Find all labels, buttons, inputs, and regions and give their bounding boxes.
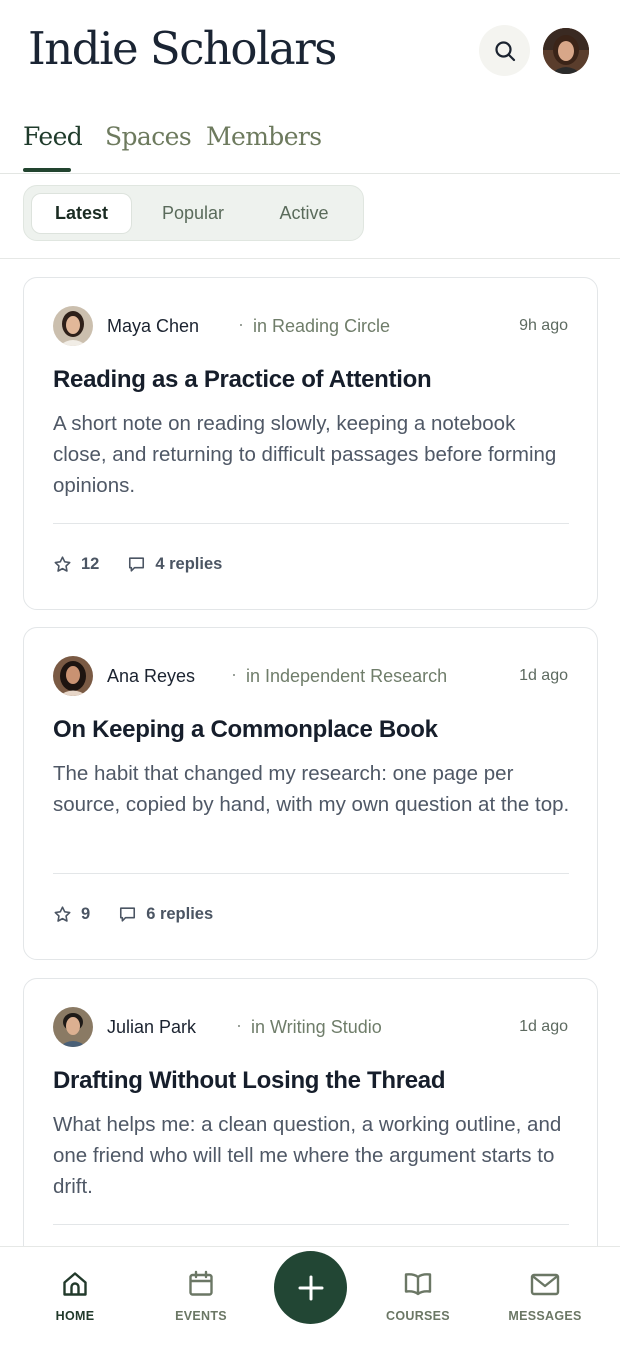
post-excerpt: A short note on reading slowly, keeping … <box>53 412 557 497</box>
comment-icon <box>120 906 136 922</box>
feed-filter: Latest Popular Active <box>23 185 364 241</box>
divider <box>0 258 620 259</box>
filter-latest[interactable]: Latest <box>31 193 132 234</box>
post-card[interactable]: Ana Reyes · in Independent Research 1d a… <box>23 627 598 960</box>
star-button[interactable]: 12 <box>53 555 99 574</box>
post-card[interactable]: Maya Chen · in Reading Circle 9h ago Rea… <box>23 277 598 610</box>
post-stats: 12 4 replies <box>53 554 222 574</box>
card-divider <box>53 1224 569 1225</box>
search-button[interactable] <box>479 25 530 76</box>
profile-avatar[interactable] <box>543 28 589 74</box>
create-post-button[interactable] <box>274 1251 347 1324</box>
nav-messages-label: MESSAGES <box>508 1309 582 1323</box>
post-title[interactable]: Drafting Without Losing the Thread <box>53 1067 446 1095</box>
replies-button[interactable]: 4 replies <box>127 555 222 574</box>
user-avatar-image <box>543 28 589 74</box>
nav-messages[interactable]: MESSAGES <box>490 1269 600 1323</box>
nav-events[interactable]: EVENTS <box>146 1269 256 1323</box>
star-count: 12 <box>81 554 100 573</box>
author-name[interactable]: Ana Reyes <box>107 666 195 687</box>
nav-courses-label: COURSES <box>386 1309 450 1323</box>
card-divider <box>53 523 569 524</box>
post-excerpt: What helps me: a clean question, a worki… <box>53 1113 562 1198</box>
book-icon <box>404 1273 432 1296</box>
meta-separator: · <box>236 1015 242 1035</box>
space-link[interactable]: in Writing Studio <box>251 1017 382 1038</box>
filter-active[interactable]: Active <box>256 193 352 234</box>
post-excerpt: The habit that changed my research: one … <box>53 762 570 816</box>
post-time: 9h ago <box>519 317 568 334</box>
filter-popular[interactable]: Popular <box>144 193 242 234</box>
space-link[interactable]: in Reading Circle <box>253 316 390 337</box>
meta-separator: · <box>231 664 237 684</box>
home-icon <box>63 1272 87 1296</box>
reply-count: 4 replies <box>155 554 223 573</box>
plus-icon <box>298 1275 323 1300</box>
post-time: 1d ago <box>519 1018 568 1035</box>
space-link[interactable]: in Independent Research <box>246 666 447 687</box>
author-avatar[interactable] <box>53 1007 93 1047</box>
author-avatar[interactable] <box>53 306 93 346</box>
app-title: Indie Scholars <box>28 22 337 75</box>
star-count: 9 <box>81 904 91 923</box>
search-icon <box>494 40 515 61</box>
replies-button[interactable]: 6 replies <box>118 905 213 924</box>
main-tabs: Feed Spaces Members <box>0 110 620 174</box>
author-name[interactable]: Maya Chen <box>107 316 199 337</box>
star-icon <box>54 905 71 922</box>
star-icon <box>54 555 71 572</box>
tab-spaces[interactable]: Spaces <box>105 122 192 151</box>
post-time: 1d ago <box>519 667 568 684</box>
app-header: Indie Scholars <box>0 0 620 100</box>
star-button[interactable]: 9 <box>53 905 90 924</box>
bottom-navigation: HOME EVENTS COURSES MESSAGES <box>0 1246 620 1347</box>
tab-members[interactable]: Members <box>206 122 322 151</box>
nav-home-label: HOME <box>55 1309 95 1323</box>
calendar-icon <box>189 1270 213 1296</box>
mail-icon <box>530 1273 560 1296</box>
author-name[interactable]: Julian Park <box>107 1017 196 1038</box>
active-tab-indicator <box>23 168 71 172</box>
nav-events-label: EVENTS <box>175 1309 227 1323</box>
author-avatar[interactable] <box>53 656 93 696</box>
comment-icon <box>129 556 145 572</box>
card-divider <box>53 873 569 874</box>
post-stats: 9 6 replies <box>53 904 213 924</box>
post-title[interactable]: On Keeping a Commonplace Book <box>53 716 438 744</box>
post-title[interactable]: Reading as a Practice of Attention <box>53 366 432 394</box>
nav-courses[interactable]: COURSES <box>363 1269 473 1323</box>
nav-home[interactable]: HOME <box>20 1269 130 1323</box>
meta-separator: · <box>238 314 244 334</box>
tab-feed[interactable]: Feed <box>23 122 83 151</box>
reply-count: 6 replies <box>146 904 214 923</box>
